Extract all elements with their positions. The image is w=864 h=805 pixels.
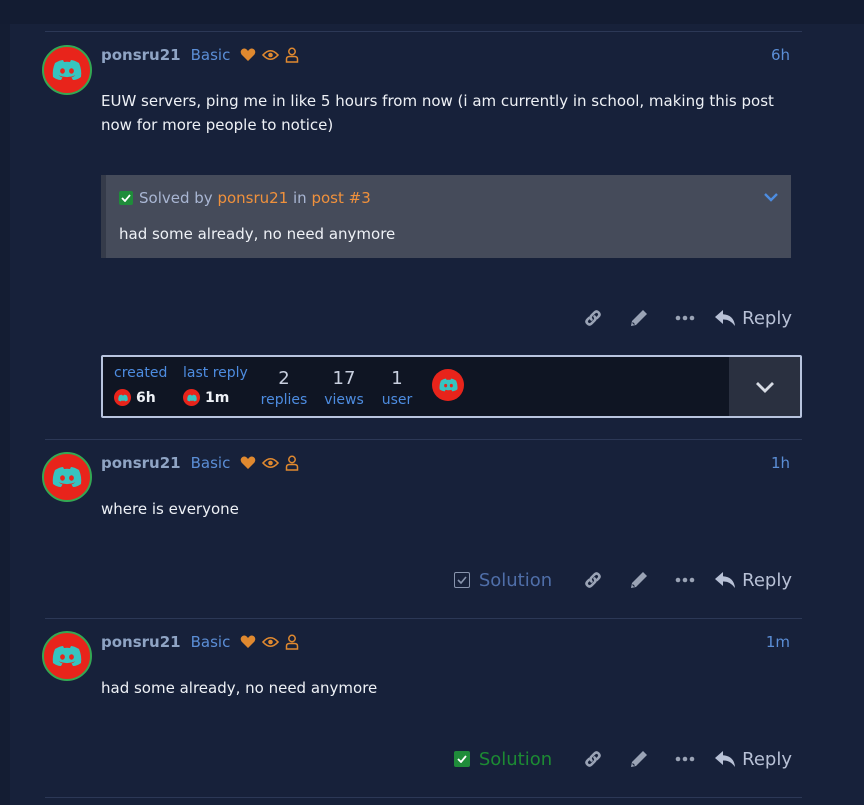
post-divider: [45, 31, 802, 32]
user-avatar[interactable]: [42, 631, 92, 681]
solution-label: Solution: [478, 748, 553, 770]
reply-arrow-icon: [715, 310, 736, 326]
reply-arrow-icon: [715, 751, 736, 767]
solved-by-user-link[interactable]: ponsru21: [217, 189, 288, 207]
reply-label: Reply: [742, 569, 792, 591]
created-label: created: [114, 365, 168, 381]
solved-by-label: Solved by: [139, 189, 213, 207]
created-time: 6h: [136, 389, 156, 406]
post-actions: Solution Reply: [453, 565, 792, 595]
accepted-answer-excerpt: had some already, no need anymore: [119, 225, 396, 243]
discord-icon: [52, 467, 82, 487]
post-actions: Solution Reply: [453, 744, 792, 774]
accepted-answer-box: Solved by ponsru21 in post #3 had some a…: [101, 175, 791, 258]
views-label: views: [324, 392, 364, 408]
last-reply-time: 1m: [205, 389, 230, 406]
post-divider: [45, 797, 802, 798]
person-icon: [285, 47, 299, 63]
topic-map: created 6h last reply 1m 2 replies 17 vi…: [101, 355, 802, 418]
post-body: had some already, no need anymore: [101, 679, 378, 697]
heart-icon: [240, 456, 256, 470]
edit-pencil-icon[interactable]: [616, 303, 662, 333]
person-icon: [285, 455, 299, 471]
users-count: 1: [391, 368, 403, 389]
created-value[interactable]: 6h: [114, 389, 156, 406]
username-link[interactable]: ponsru21: [101, 46, 181, 64]
link-icon[interactable]: [570, 565, 616, 595]
post-meta: ponsru21 Basic: [101, 453, 299, 473]
user-flair[interactable]: Basic: [191, 454, 231, 472]
post-meta: ponsru21 Basic: [101, 632, 299, 652]
replies-count: 2: [278, 368, 290, 389]
eye-icon: [262, 636, 280, 648]
reply-button[interactable]: Reply: [714, 308, 792, 329]
more-options-icon[interactable]: [662, 303, 708, 333]
reply-button[interactable]: Reply: [714, 749, 792, 770]
expand-chevron-icon[interactable]: [763, 187, 779, 206]
accepted-answer-header: Solved by ponsru21 in post #3: [119, 189, 371, 207]
chevron-down-icon: [755, 381, 774, 393]
solution-post-link[interactable]: post #3: [311, 189, 370, 207]
post-date[interactable]: 1h: [771, 454, 790, 472]
participant-avatar[interactable]: [432, 369, 464, 401]
heart-icon: [240, 635, 256, 649]
person-icon: [285, 634, 299, 650]
post-date[interactable]: 1m: [766, 633, 790, 651]
more-options-icon[interactable]: [662, 565, 708, 595]
checkbox-checked-icon: [453, 751, 470, 767]
solved-in-label: in: [293, 189, 307, 207]
solution-label: Solution: [478, 569, 553, 591]
accepted-solution-button[interactable]: Solution: [453, 748, 553, 770]
views-count: 17: [332, 368, 356, 389]
user-flair[interactable]: Basic: [191, 633, 231, 651]
topic-map-expand-button[interactable]: [729, 357, 800, 416]
eye-icon: [262, 49, 280, 61]
user-avatar[interactable]: [42, 452, 92, 502]
checkbox-checked-icon: [119, 191, 133, 205]
last-reply-value[interactable]: 1m: [183, 389, 229, 406]
post-body: where is everyone: [101, 500, 239, 518]
last-reply-label: last reply: [183, 365, 248, 381]
username-link[interactable]: ponsru21: [101, 633, 181, 651]
edit-pencil-icon[interactable]: [616, 744, 662, 774]
checkbox-unchecked-icon: [453, 572, 470, 588]
mini-avatar: [183, 389, 200, 406]
post-meta: ponsru21 Basic: [101, 45, 299, 65]
discord-icon: [52, 60, 82, 80]
discord-icon: [52, 646, 82, 666]
top-header-bar: [0, 0, 864, 24]
left-rail: [0, 24, 10, 805]
replies-label: replies: [260, 392, 308, 408]
edit-pencil-icon[interactable]: [616, 565, 662, 595]
more-options-icon[interactable]: [662, 744, 708, 774]
post-divider: [45, 618, 802, 619]
reply-label: Reply: [742, 748, 792, 770]
link-icon[interactable]: [570, 744, 616, 774]
post-divider: [45, 439, 802, 440]
reply-label: Reply: [742, 307, 792, 329]
eye-icon: [262, 457, 280, 469]
user-flair[interactable]: Basic: [191, 46, 231, 64]
user-avatar[interactable]: [42, 45, 92, 95]
heart-icon: [240, 48, 256, 62]
post-date[interactable]: 6h: [771, 46, 790, 64]
link-icon[interactable]: [570, 303, 616, 333]
users-label: user: [381, 392, 413, 408]
post-actions: Reply: [570, 303, 792, 333]
username-link[interactable]: ponsru21: [101, 454, 181, 472]
post-body: EUW servers, ping me in like 5 hours fro…: [101, 92, 774, 134]
reply-button[interactable]: Reply: [714, 570, 792, 591]
reply-arrow-icon: [715, 572, 736, 588]
accept-solution-button[interactable]: Solution: [453, 569, 553, 591]
mini-avatar: [114, 389, 131, 406]
